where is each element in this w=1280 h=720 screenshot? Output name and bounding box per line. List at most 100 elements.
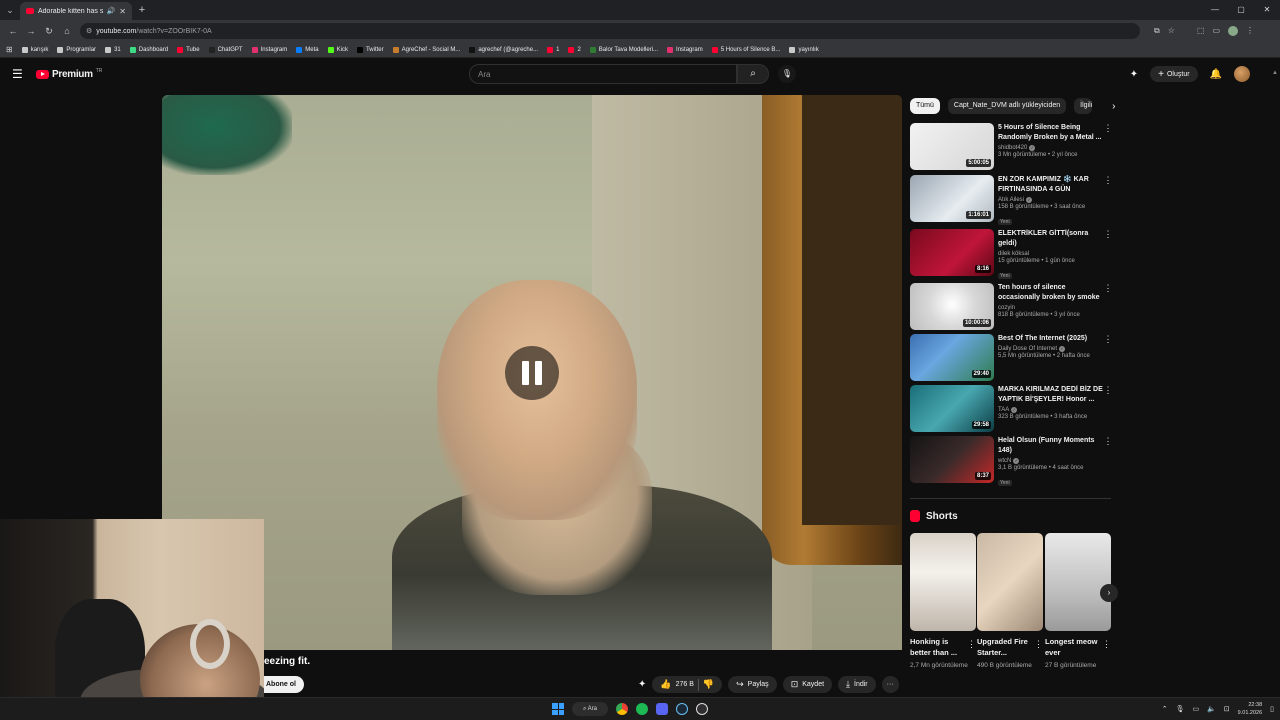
chip-related[interactable]: İlgili [1074, 98, 1093, 114]
channel-name[interactable]: Daily Dose Of Internet [998, 346, 1057, 352]
spotify-icon[interactable] [636, 703, 648, 715]
bookmark-item[interactable]: AgreChef - Social M... [392, 46, 460, 53]
channel-name[interactable]: cozyin [998, 305, 1015, 311]
youtube-logo[interactable]: Premium TR [36, 68, 102, 80]
channel-name[interactable]: TAA [998, 407, 1009, 413]
video-thumbnail[interactable]: 29:40 [910, 334, 994, 381]
bookmark-item[interactable]: agrechef (@agreche... [469, 46, 538, 53]
recommendation-item[interactable]: 1:16:01 EN ZOR KAMPIMIZ ❄️ KAR FIRTINASI… [910, 175, 1115, 225]
recommendation-item[interactable]: 29:58 MARKA KIRILMAZ DEDİ BİZ DE YAPTIK … [910, 385, 1115, 435]
back-icon[interactable]: ← [4, 26, 22, 36]
tab-search-icon[interactable]: ⌄ [0, 5, 20, 16]
steam-icon[interactable] [676, 703, 688, 715]
install-app-icon[interactable]: ⧉ [1154, 26, 1160, 36]
search-button[interactable]: ⌕ [737, 64, 769, 84]
sidepanel-icon[interactable]: ▭ [1212, 26, 1220, 36]
like-icon[interactable]: 👍 [660, 679, 671, 690]
short-item[interactable]: Longest meow ever 27 B görüntüleme ⋮ [1045, 533, 1111, 671]
bookmark-item[interactable]: Instagram [251, 46, 287, 53]
recommendation-item[interactable]: 8:16 ELEKTRİKLER GİTTİ(sonra geldi) dile… [910, 229, 1115, 279]
windows-start-icon[interactable] [552, 703, 564, 715]
recommendation-item[interactable]: 10:00:06 Ten hours of silence occasional… [910, 283, 1115, 333]
bookmark-item[interactable]: Instagram [667, 46, 703, 53]
video-thumbnail[interactable]: 29:58 [910, 385, 994, 432]
url-bar[interactable]: ⚙ youtube.com/watch?v=ZOOrBIK7-0A [80, 23, 1140, 39]
forward-icon[interactable]: → [22, 26, 40, 36]
apps-grid-icon[interactable]: ⊞ [6, 45, 13, 54]
recommendation-title[interactable]: ELEKTRİKLER GİTTİ(sonra geldi) [998, 229, 1103, 249]
share-button[interactable]: ↪ Paylaş [728, 676, 777, 693]
home-icon[interactable]: ⌂ [58, 26, 76, 36]
video-thumbnail[interactable]: 5:00:05 [910, 123, 994, 170]
shorts-next-chevron-icon[interactable]: › [1100, 584, 1118, 602]
new-tab-icon[interactable]: + [132, 4, 152, 16]
video-thumbnail[interactable]: 8:16 [910, 229, 994, 276]
menu-kebab-icon[interactable]: ⋮ [1246, 26, 1254, 36]
save-button[interactable]: ⊡ Kaydet [782, 676, 833, 693]
bookmark-item[interactable]: 31 [105, 46, 121, 53]
recommendation-title[interactable]: EN ZOR KAMPIMIZ ❄️ KAR FIRTINASINDA 4 GÜ… [998, 175, 1103, 195]
notifications-icon[interactable]: ▯ [1270, 705, 1274, 713]
hamburger-menu-icon[interactable]: ☰ [12, 67, 26, 81]
bookmark-item[interactable]: 5 Hours of Silence B... [711, 46, 780, 53]
bookmark-item[interactable]: Twitter [356, 46, 384, 53]
close-tab-icon[interactable]: ✕ [119, 7, 126, 16]
display-icon[interactable]: ⊡ [1224, 705, 1230, 713]
cast-icon[interactable]: ✦ [1130, 69, 1138, 80]
bookmark-item[interactable]: yayınlık [789, 46, 819, 53]
recommendation-title[interactable]: Best Of The Internet (2025) [998, 334, 1103, 344]
more-vert-icon[interactable]: ⋮ [1103, 283, 1113, 333]
channel-name[interactable]: Atık Ailesi [998, 197, 1024, 203]
volume-icon[interactable]: 🔈 [1207, 705, 1216, 713]
notifications-bell-icon[interactable]: 🔔 [1210, 69, 1222, 80]
channel-name[interactable]: wtcN [998, 458, 1011, 464]
bookmark-item[interactable]: Balor Tava Modelleri... [589, 46, 658, 53]
short-title[interactable]: Upgraded Fire Starter... [977, 636, 1031, 658]
bookmark-item[interactable]: 2 [568, 46, 581, 53]
more-vert-icon[interactable]: ⋮ [1103, 175, 1113, 225]
speaker-icon[interactable]: 🔊 [107, 7, 116, 15]
channel-name[interactable]: shidbot420 [998, 145, 1027, 151]
account-avatar[interactable] [1234, 66, 1250, 82]
ask-ai-icon[interactable]: ✦ [638, 679, 646, 690]
short-item[interactable]: Upgraded Fire Starter... 490 B görüntüle… [977, 533, 1043, 671]
more-vert-icon[interactable]: ⋮ [1103, 229, 1113, 279]
chip-uploader[interactable]: Capt_Nate_DVM adlı yükleyiciden [947, 98, 1067, 114]
bookmark-item[interactable]: ChatGPT [208, 46, 243, 53]
video-player[interactable] [162, 95, 902, 650]
scrollbar-up-arrow-icon[interactable]: ▲ [1272, 70, 1278, 76]
voice-search-button[interactable]: 🎙 [778, 65, 796, 83]
video-thumbnail[interactable]: 8:37 [910, 436, 994, 483]
chevron-right-icon[interactable]: › [1112, 101, 1115, 112]
dislike-icon[interactable]: 👎 [703, 679, 714, 690]
recommendation-item[interactable]: 5:00:05 5 Hours of Silence Being Randoml… [910, 123, 1115, 173]
bookmark-item[interactable]: karışık [21, 46, 48, 53]
short-thumbnail[interactable] [977, 533, 1043, 631]
subscribe-button[interactable]: Abone ol [264, 676, 304, 693]
recommendation-item[interactable]: 8:37 Helal Olsun (Funny Moments 148) wtc… [910, 436, 1115, 486]
channel-name[interactable]: dilek köksal [998, 251, 1029, 257]
more-vert-icon[interactable]: ⋮ [1103, 334, 1113, 384]
site-info-icon[interactable]: ⚙ [86, 27, 92, 35]
bookmark-item[interactable]: Kick [327, 46, 348, 53]
download-button[interactable]: ⤓ İndir [838, 676, 876, 693]
clock[interactable]: 22:38 9.01.2026 [1238, 701, 1262, 717]
chrome-icon[interactable] [616, 703, 628, 715]
extensions-icon[interactable]: ⬚ [1197, 26, 1205, 36]
like-count[interactable]: 276 B [676, 681, 694, 688]
more-vert-icon[interactable]: ⋮ [1103, 123, 1113, 173]
more-vert-icon[interactable]: ⋮ [1103, 385, 1113, 435]
more-vert-icon[interactable]: ⋮ [1102, 639, 1111, 650]
short-item[interactable]: Honking is better than ... 2,7 Mn görünt… [910, 533, 976, 671]
more-vert-icon[interactable]: ⋮ [967, 639, 976, 650]
chip-all[interactable]: Tümü [910, 98, 940, 114]
bookmark-item[interactable]: 1 [547, 46, 559, 53]
short-thumbnail[interactable] [910, 533, 976, 631]
recommendation-title[interactable]: 5 Hours of Silence Being Randomly Broken… [998, 123, 1103, 143]
more-vert-icon[interactable]: ⋮ [1103, 436, 1113, 486]
bookmark-item[interactable]: Tube [177, 46, 200, 53]
bookmark-item[interactable]: Programlar [57, 46, 96, 53]
bookmark-item[interactable]: Dashboard [129, 46, 168, 53]
obs-icon[interactable] [696, 703, 708, 715]
bookmark-star-icon[interactable]: ☆ [1168, 26, 1175, 36]
